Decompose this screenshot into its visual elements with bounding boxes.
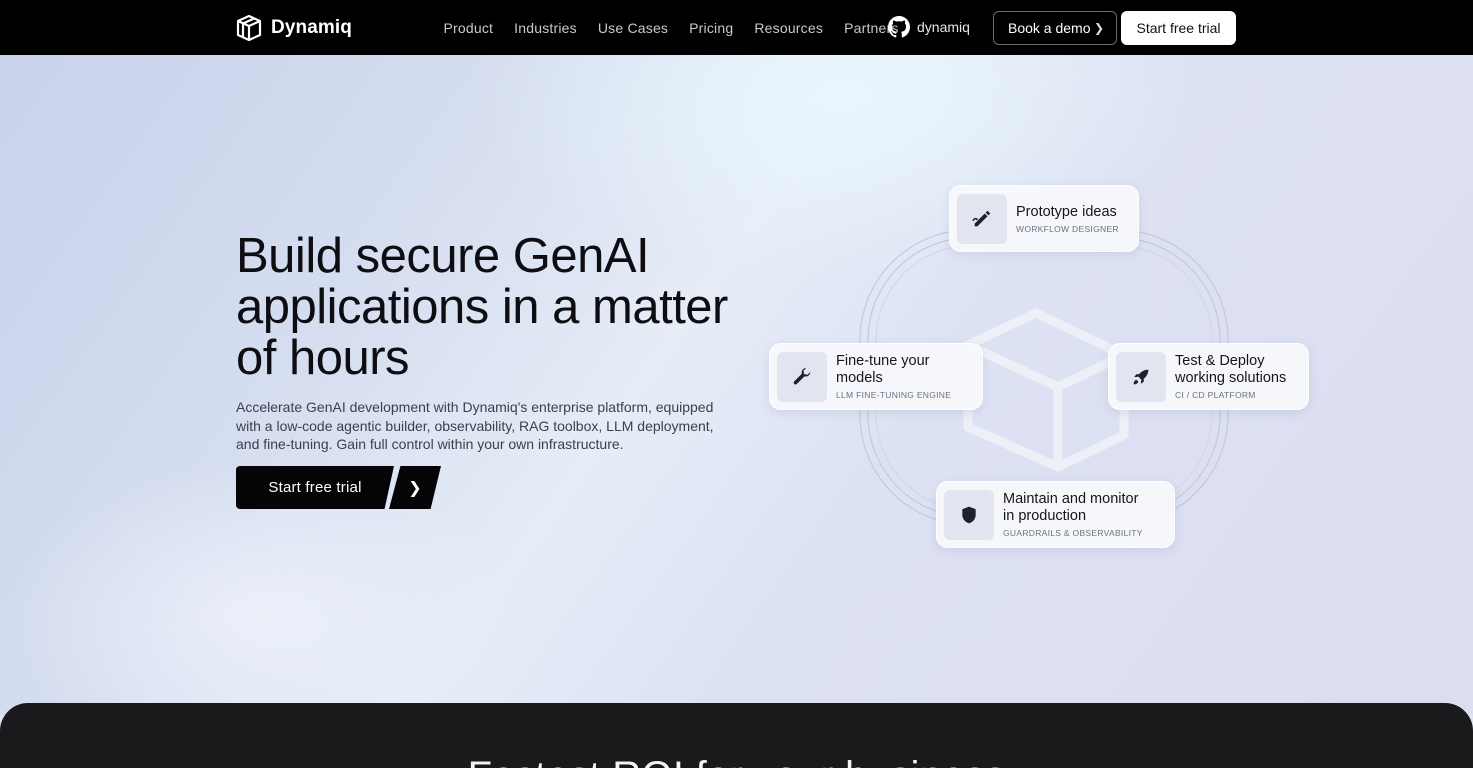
card-subtitle: GUARDRAILS & OBSERVABILITY <box>1003 528 1143 538</box>
start-free-trial-label: Start free trial <box>268 479 362 496</box>
start-trial-nav-label: Start free trial <box>1136 20 1221 36</box>
hero-description: Accelerate GenAI development with Dynami… <box>236 399 714 452</box>
hero-title-line-3: of hours <box>236 331 410 385</box>
start-trial-nav-button[interactable]: Start free trial <box>1121 11 1236 45</box>
card-subtitle: CI / CD PLATFORM <box>1175 390 1256 400</box>
card-title: Fine-tune your models <box>836 353 930 386</box>
top-navbar: Dynamiq Product Industries Use Cases Pri… <box>0 0 1473 55</box>
menu-item-industries[interactable]: Industries <box>504 20 588 36</box>
menu-item-pricing[interactable]: Pricing <box>679 20 744 36</box>
rocket-icon <box>1133 369 1149 384</box>
dynamiq-logo-icon <box>236 14 262 42</box>
pen-icon <box>972 210 991 226</box>
chevron-right-icon: ❯ <box>408 479 422 497</box>
card-test-deploy[interactable]: Test & Deploy working solutions CI / CD … <box>1108 343 1309 410</box>
menu-item-product[interactable]: Product <box>433 20 504 36</box>
card-icon-box <box>944 489 994 540</box>
card-icon-box <box>1116 351 1166 402</box>
hero-title: Build secure GenAI applications in a mat… <box>236 231 756 384</box>
card-fine-tune[interactable]: Fine-tune your models LLM FINE-TUNING EN… <box>769 343 983 410</box>
shield-icon <box>962 506 976 523</box>
cta-arrow-button[interactable]: ❯ <box>389 466 441 509</box>
start-free-trial-button[interactable]: Start free trial <box>236 466 394 509</box>
book-demo-label: Book a demo <box>1008 20 1091 36</box>
chevron-right-icon: ❯ <box>1093 21 1104 35</box>
card-icon-box <box>957 193 1007 244</box>
card-maintain-monitor[interactable]: Maintain and monitor in production GUARD… <box>936 481 1175 548</box>
roi-section: Fastest ROI for your business <box>0 703 1473 768</box>
hero-title-line-2: applications in a matter <box>236 280 728 334</box>
github-icon <box>888 16 910 38</box>
hero-section: Build secure GenAI applications in a mat… <box>0 55 1473 715</box>
book-demo-button[interactable]: Book a demo ❯ <box>993 11 1117 45</box>
card-title: Test & Deploy working solutions <box>1175 353 1287 386</box>
card-title: Maintain and monitor in production <box>1003 491 1139 524</box>
roi-section-title: Fastest ROI for your business <box>0 754 1473 768</box>
wrench-icon <box>793 367 811 384</box>
card-subtitle: WORKFLOW DESIGNER <box>1016 223 1119 234</box>
card-title: Prototype ideas <box>1016 203 1117 220</box>
github-link[interactable]: dynamiq <box>888 16 970 38</box>
hero-cta: Start free trial ❯ <box>236 466 441 509</box>
brand-name: Dynamiq <box>271 17 352 38</box>
card-prototype-ideas[interactable]: Prototype ideas WORKFLOW DESIGNER <box>949 185 1139 252</box>
hero-title-line-1: Build secure GenAI <box>236 229 650 283</box>
github-label: dynamiq <box>917 19 970 35</box>
menu-item-resources[interactable]: Resources <box>744 20 834 36</box>
main-menu: Product Industries Use Cases Pricing Res… <box>433 0 909 55</box>
brand-logo[interactable]: Dynamiq <box>236 14 352 42</box>
card-subtitle: LLM FINE-TUNING ENGINE <box>836 390 952 400</box>
card-icon-box <box>777 351 827 402</box>
menu-item-use-cases[interactable]: Use Cases <box>587 20 678 36</box>
